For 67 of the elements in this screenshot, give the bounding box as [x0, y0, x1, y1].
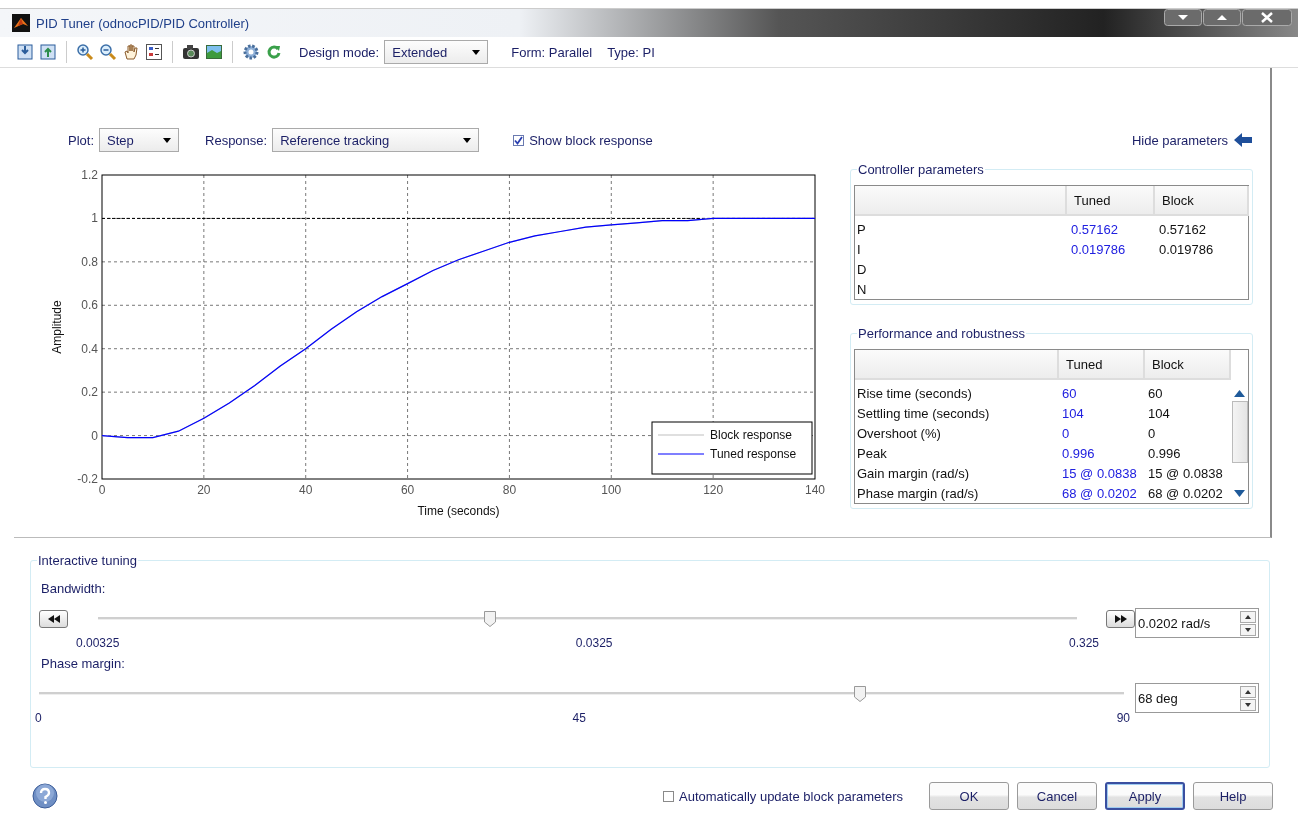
table-cell-text: 60	[1147, 385, 1164, 401]
y-tick-label: 0.2	[81, 385, 98, 400]
table-cell-text: 0.019786	[1158, 241, 1215, 257]
y-tick-label: 1.2	[81, 168, 98, 182]
tick-label: 45	[572, 711, 586, 725]
tick-label: 90	[1116, 711, 1130, 725]
type-label: Type: PI	[607, 44, 655, 60]
column-header: Tuned	[1059, 350, 1145, 380]
x-tick-label: 80	[502, 483, 517, 497]
x-tick-label: 120	[703, 483, 724, 497]
column-header: Block	[1155, 186, 1249, 216]
table-cell-text: Overshoot (%)	[856, 425, 942, 441]
table-cell-text: Settling time (seconds)	[856, 405, 991, 421]
y-tick-label: -0.2	[77, 472, 98, 486]
table-cell-text: N	[856, 281, 868, 297]
y-tick-label: 1	[91, 211, 98, 226]
x-tick-label: 20	[197, 483, 211, 497]
y-tick-label: 0.6	[81, 298, 98, 313]
legend-label: Tuned response	[710, 447, 797, 461]
table-cell-text: 0.996	[1147, 445, 1182, 461]
table-cell-text: 0	[1061, 425, 1071, 441]
table-cell-text: 0.57162	[1070, 221, 1119, 237]
response-label: Response:	[205, 132, 268, 148]
table-cell-text: 0.019786	[1070, 241, 1127, 257]
table-cell-text: 15 @ 0.0838	[1061, 465, 1138, 481]
table-cell-text: Peak	[856, 445, 888, 461]
y-tick-label: 0.8	[81, 254, 98, 269]
table-cell-text: 15 @ 0.0838	[1147, 465, 1224, 481]
table-cell-text: P	[856, 221, 867, 237]
table-cell-text: 0.996	[1061, 445, 1096, 461]
table-cell-text: Phase margin (rad/s)	[856, 485, 980, 501]
x-tick-label: 0	[98, 483, 106, 497]
table-cell-text: I	[856, 241, 862, 257]
y-tick-label: 0	[91, 428, 98, 443]
x-tick-label: 100	[601, 483, 622, 497]
tick-label: 0.00325	[76, 636, 120, 650]
column-header: Block	[1145, 350, 1231, 380]
table-cell-text: 104	[1061, 405, 1085, 421]
tick-label: 0.0325	[575, 636, 613, 650]
x-tick-label: 60	[400, 483, 415, 497]
plot-label: Plot:	[68, 132, 94, 148]
window-title: PID Tuner (odnocPID/PID Controller)	[36, 15, 250, 31]
group-title: Interactive tuning	[37, 553, 138, 568]
slider-label: Phase margin:	[41, 656, 126, 671]
legend-label: Block response	[710, 428, 793, 442]
table-cell-text: Rise time (seconds)	[856, 385, 973, 401]
x-tick-label: 40	[299, 483, 313, 497]
group-title: Controller parameters	[857, 162, 985, 177]
x-axis-label: Time (seconds)	[417, 504, 500, 518]
y-axis-label: Amplitude	[50, 300, 64, 354]
y-tick-label: 0.4	[81, 341, 98, 356]
slider-label: Bandwidth:	[41, 581, 107, 596]
table-cell-text: D	[856, 261, 868, 277]
table-cell-text: 0.57162	[1158, 221, 1207, 237]
column-header: Tuned	[1067, 186, 1155, 216]
table-cell-text: 0	[1147, 425, 1157, 441]
tick-label: 0	[35, 711, 42, 725]
table-cell-text: 68 @ 0.0202	[1061, 485, 1138, 501]
group-title: Performance and robustness	[857, 326, 1026, 341]
table-cell-text: 104	[1147, 405, 1171, 421]
design-mode-label: Design mode:	[299, 44, 380, 60]
table-cell-text: Gain margin (rad/s)	[856, 465, 970, 481]
table-cell-text: 68 @ 0.0202	[1147, 485, 1224, 501]
tick-label: 0.325	[1068, 636, 1099, 650]
form-label: Form: Parallel	[511, 44, 593, 60]
x-tick-label: 140	[805, 483, 825, 497]
table-cell-text: 60	[1061, 385, 1078, 401]
